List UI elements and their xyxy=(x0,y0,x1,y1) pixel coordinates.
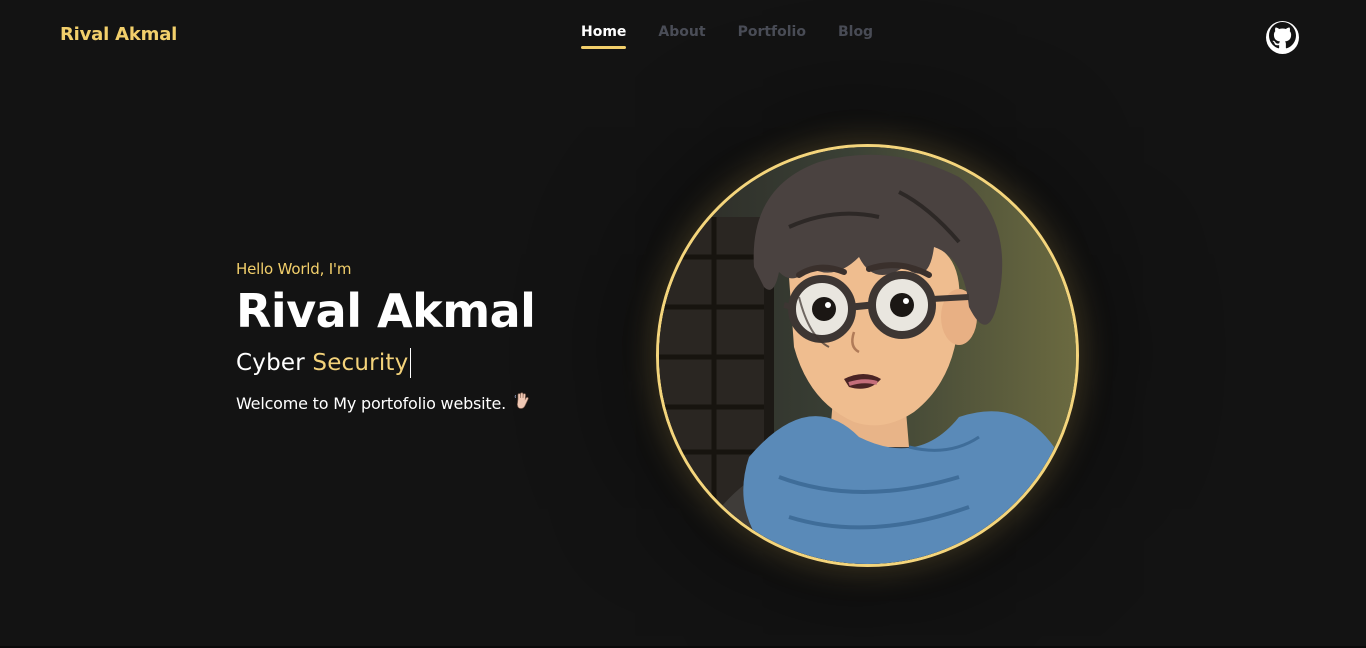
role-word-2: Security xyxy=(312,350,409,376)
welcome-text: Welcome to My portofolio website. xyxy=(236,393,507,413)
profile-avatar xyxy=(656,144,1079,567)
github-link[interactable] xyxy=(1266,21,1299,54)
nav-portfolio[interactable]: Portfolio xyxy=(738,24,806,46)
role-word-1: Cyber xyxy=(236,350,305,376)
hero-role: Cyber Security xyxy=(236,348,535,378)
page: Rival Akmal Home About Portfolio Blog He… xyxy=(0,0,1366,648)
nav-about[interactable]: About xyxy=(658,24,705,46)
nav-home[interactable]: Home xyxy=(581,24,627,49)
nav-blog[interactable]: Blog xyxy=(838,24,873,46)
hero-section: Hello World, I'm Rival Akmal Cyber Secur… xyxy=(236,260,536,414)
hero-name: Rival Akmal xyxy=(236,284,536,338)
hero-greeting: Hello World, I'm xyxy=(236,260,352,278)
waving-hand-icon xyxy=(514,392,530,414)
typing-cursor xyxy=(410,348,412,378)
main-nav: Home About Portfolio Blog xyxy=(581,24,873,49)
brand-logo[interactable]: Rival Akmal xyxy=(60,24,177,45)
avatar-illustration xyxy=(659,147,1076,564)
hero-welcome: Welcome to My portofolio website. xyxy=(236,392,535,414)
github-icon xyxy=(1269,22,1296,53)
